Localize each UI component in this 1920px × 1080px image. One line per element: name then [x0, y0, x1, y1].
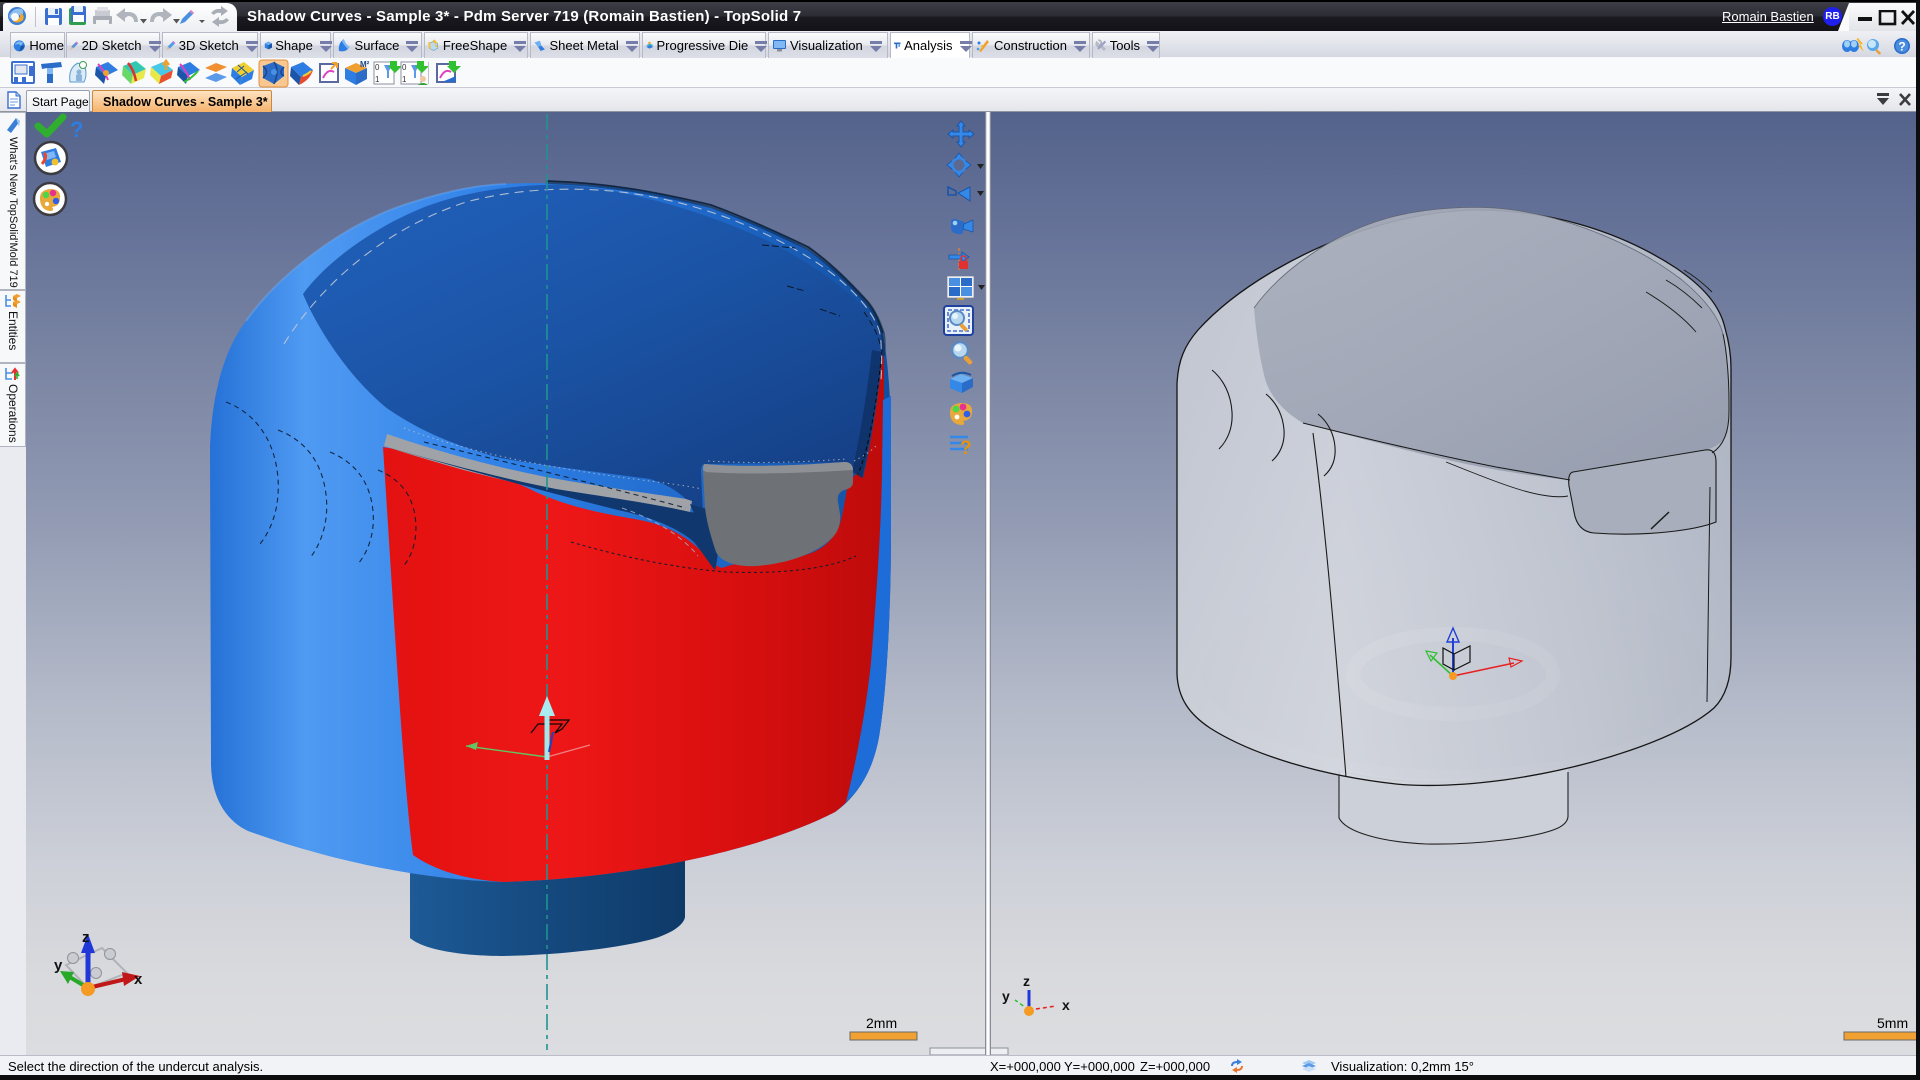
svg-text:z: z: [1023, 973, 1030, 989]
svg-text:?: ?: [960, 438, 972, 459]
svg-text:z: z: [82, 929, 90, 946]
svg-text:2mm: 2mm: [866, 1015, 897, 1031]
svg-text:1: 1: [375, 75, 380, 84]
svg-text:y: y: [1002, 988, 1010, 1004]
svg-text:5mm: 5mm: [1877, 1015, 1908, 1031]
svg-text:1: 1: [402, 75, 407, 84]
svg-text:?: ?: [1898, 40, 1905, 54]
svg-text:0: 0: [375, 63, 380, 72]
svg-text:0: 0: [402, 63, 407, 72]
svg-text:x: x: [1062, 997, 1070, 1013]
svg-text:?: ?: [70, 117, 83, 142]
svg-text:y: y: [54, 957, 63, 974]
svg-text:M²: M²: [360, 60, 370, 69]
svg-text:x: x: [134, 971, 143, 988]
